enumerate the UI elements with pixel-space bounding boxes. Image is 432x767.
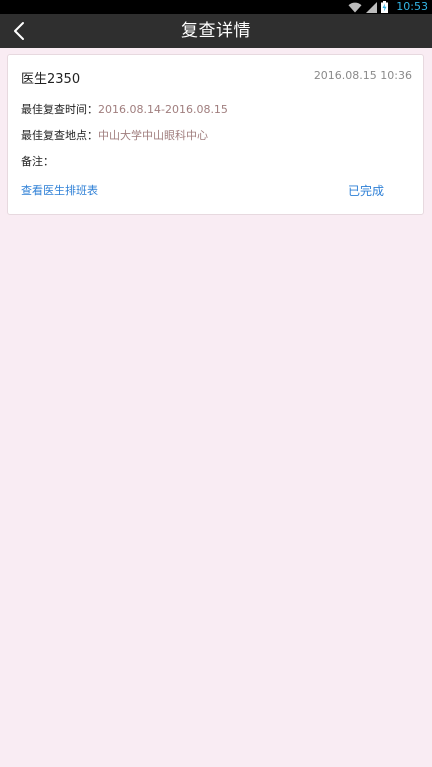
best-checkup-place-row: 最佳复查地点：中山大学中山眼科中心: [21, 127, 208, 143]
checkup-card: 医生2350 2016.08.15 10:36 最佳复查时间：2016.08.1…: [7, 54, 424, 215]
best-checkup-place-label: 最佳复查地点：: [21, 129, 98, 142]
status-time: 10:53: [396, 0, 428, 13]
note-label: 备注：: [21, 155, 54, 168]
doctor-name: 医生2350: [21, 72, 81, 87]
status-bar: 10:53: [0, 0, 432, 14]
battery-charging-icon: [381, 1, 389, 13]
best-checkup-time-row: 最佳复查时间：2016.08.14-2016.08.15: [21, 101, 228, 117]
note-row: 备注：: [21, 153, 54, 169]
best-checkup-time-label: 最佳复查时间：: [21, 103, 98, 116]
best-checkup-time-value: 2016.08.14-2016.08.15: [98, 103, 228, 116]
wifi-icon: [348, 2, 362, 12]
nav-bar: 复查详情: [0, 14, 432, 48]
page-title: 复查详情: [181, 21, 251, 41]
best-checkup-place-value: 中山大学中山眼科中心: [98, 129, 208, 142]
signal-icon: [366, 1, 378, 13]
status-badge: 已完成: [348, 184, 385, 198]
view-doctor-schedule-link[interactable]: 查看医生排班表: [21, 182, 98, 198]
timestamp: 2016.08.15 10:36: [313, 69, 412, 82]
